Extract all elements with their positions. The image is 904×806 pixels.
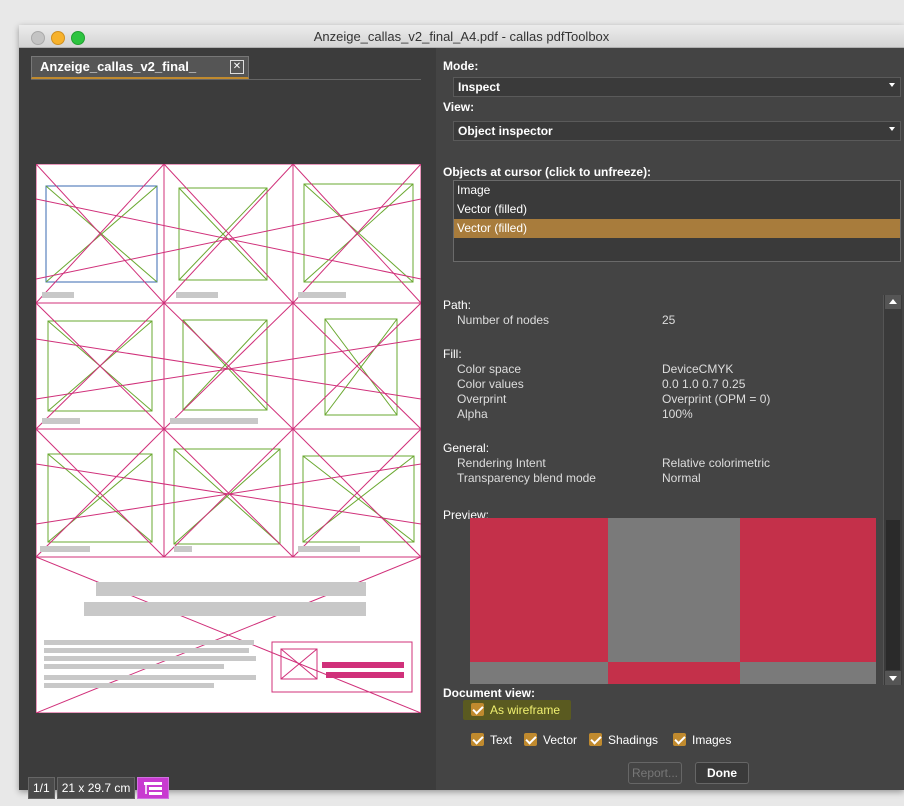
document-tab[interactable]: Anzeige_callas_v2_final_ ✕ [31, 56, 249, 79]
vector-checkbox[interactable] [524, 733, 537, 746]
shadings-label: Shadings [608, 733, 659, 747]
color-values-label: Color values [457, 377, 524, 391]
list-item[interactable]: Vector (filled) [454, 200, 900, 219]
images-checkbox[interactable] [673, 733, 686, 746]
scroll-up-icon[interactable] [885, 295, 901, 309]
overprint-label: Overprint [457, 392, 507, 406]
view-select[interactable]: Object inspector [453, 121, 901, 141]
mode-label: Mode: [443, 59, 479, 73]
general-heading: General: [443, 441, 490, 455]
color-preview [470, 518, 876, 684]
page-size: 21 x 29.7 cm [56, 777, 136, 799]
as-wireframe-label: As wireframe [490, 703, 561, 717]
chevron-down-icon [889, 83, 895, 87]
fill-heading: Fill: [443, 347, 462, 361]
app-window: Anzeige_callas_v2_final_A4.pdf - callas … [19, 25, 904, 799]
pdf-page-wireframe[interactable] [36, 164, 421, 713]
color-space-value: DeviceCMYK [662, 362, 734, 376]
color-space-label: Color space [457, 362, 522, 376]
rendering-intent-label: Rendering Intent [457, 456, 546, 470]
nodes-value: 25 [662, 313, 676, 327]
inspector-panel: Mode: Inspect View: Object inspector Obj… [436, 48, 904, 790]
rendering-intent-value: Relative colorimetric [662, 456, 771, 470]
list-item-selected[interactable]: Vector (filled) [454, 219, 900, 238]
scroll-down-icon[interactable] [885, 671, 901, 685]
mode-value: Inspect [458, 80, 501, 94]
path-heading: Path: [443, 298, 472, 312]
report-button[interactable]: Report... [628, 762, 682, 784]
images-label: Images [692, 733, 732, 747]
list-item[interactable]: Image [454, 181, 900, 200]
blend-mode-value: Normal [662, 471, 701, 485]
view-value: Object inspector [458, 124, 553, 138]
tab-divider [31, 79, 421, 80]
properties-scrollbar[interactable] [883, 295, 902, 685]
vector-label: Vector [543, 733, 578, 747]
status-bar: 1/1 21 x 29.7 cm [28, 777, 170, 799]
objects-list[interactable]: Image Vector (filled) Vector (filled) [453, 180, 901, 262]
document-view-label: Document view: [443, 686, 536, 700]
document-tab-label: Anzeige_callas_v2_final_ [40, 59, 197, 74]
objects-label: Objects at cursor (click to unfreeze): [443, 165, 652, 179]
text-checkbox[interactable] [471, 733, 484, 746]
alpha-label: Alpha [457, 407, 488, 421]
color-values-value: 0.0 1.0 0.7 0.25 [662, 377, 746, 391]
wireframe-drawing [36, 164, 421, 713]
chevron-down-icon [889, 127, 895, 131]
view-label: View: [443, 100, 475, 114]
shadings-checkbox[interactable] [589, 733, 602, 746]
properties-section: Path: Number of nodes 25 Fill: Color spa… [442, 273, 872, 485]
page-indicator: 1/1 [28, 777, 55, 799]
text-label: Text [490, 733, 513, 747]
close-tab-icon[interactable]: ✕ [230, 60, 244, 74]
alpha-value: 100% [662, 407, 693, 421]
mode-select[interactable]: Inspect [453, 77, 901, 97]
as-wireframe-checkbox[interactable] [471, 703, 484, 716]
nodes-label: Number of nodes [457, 313, 550, 327]
document-pane: Anzeige_callas_v2_final_ ✕ 1/1 21 x 29.7… [19, 48, 436, 799]
layers-icon[interactable] [137, 777, 170, 799]
overprint-value: Overprint (OPM = 0) [662, 392, 771, 406]
scrollbar-thumb[interactable] [886, 520, 900, 670]
title-bar: Anzeige_callas_v2_final_A4.pdf - callas … [19, 25, 904, 48]
done-button[interactable]: Done [695, 762, 749, 784]
blend-mode-label: Transparency blend mode [457, 471, 596, 485]
window-title: Anzeige_callas_v2_final_A4.pdf - callas … [313, 29, 610, 44]
